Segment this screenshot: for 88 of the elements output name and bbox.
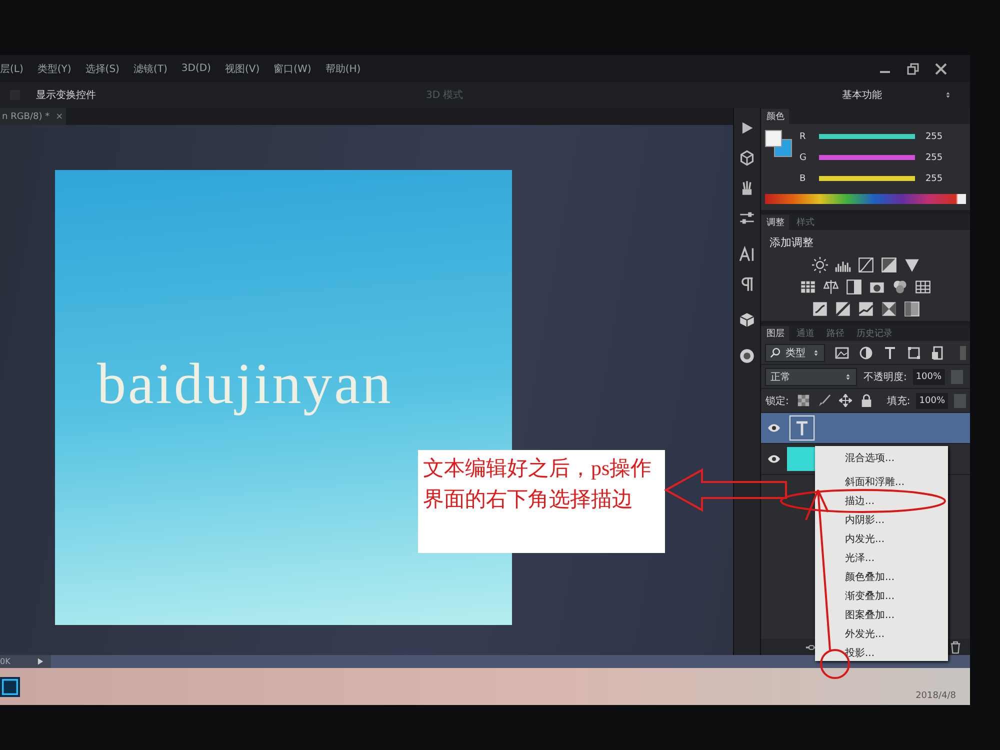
move-icon[interactable] — [838, 394, 852, 407]
search-icon — [770, 347, 782, 358]
panel-tab[interactable]: 图层 — [761, 326, 790, 341]
channel-value: 255 — [925, 152, 943, 162]
close-button[interactable]: × — [56, 112, 64, 122]
checker-icon[interactable] — [796, 394, 810, 407]
app-icon[interactable] — [0, 676, 20, 696]
menu-item[interactable]: 斜面和浮雕... — [815, 473, 948, 492]
channel-value: 255 — [925, 132, 943, 142]
smart-object-icon[interactable] — [931, 346, 946, 360]
box-icon[interactable] — [739, 312, 756, 328]
image-icon[interactable] — [835, 346, 850, 360]
menu-item[interactable]: 图案叠加... — [815, 606, 948, 625]
menu-item[interactable]: 内阴影... — [815, 511, 948, 530]
menu-item[interactable]: 光泽... — [815, 549, 948, 568]
fill-field[interactable]: 100% — [916, 392, 948, 408]
play-icon[interactable] — [36, 657, 46, 666]
sun-icon[interactable] — [812, 257, 828, 273]
menu-item[interactable]: 渐变叠加... — [815, 587, 948, 606]
layer-row[interactable] — [761, 413, 970, 444]
threshold-icon[interactable] — [858, 301, 874, 317]
trash-icon[interactable] — [949, 640, 962, 654]
date-label: 2018/4/8 — [916, 690, 956, 700]
selective-color-icon[interactable] — [880, 301, 897, 317]
menu-item[interactable]: 选择(S) — [85, 62, 120, 76]
menu-item[interactable]: 类型(Y) — [37, 62, 72, 76]
document-size: 0K — [0, 657, 10, 666]
lock-icon[interactable] — [860, 394, 873, 407]
channel-label: G — [799, 152, 808, 162]
paragraph-icon[interactable] — [739, 276, 756, 292]
annotation-note: 文本编辑好之后，ps操作界面的右下角选择描边 — [418, 450, 665, 553]
channel-label: B — [799, 174, 807, 184]
panel-tab[interactable]: 颜色 — [761, 109, 790, 124]
cube-icon[interactable] — [739, 150, 756, 166]
scale-icon[interactable] — [823, 279, 840, 295]
canvas-text: baidujinyan — [96, 350, 394, 417]
triangle-icon[interactable] — [904, 257, 920, 273]
menu-item[interactable]: 混合选项... — [815, 449, 948, 468]
filter-dropdown[interactable]: 类型 — [765, 344, 826, 362]
layer-thumbnail — [787, 447, 816, 471]
channel-label: R — [799, 132, 807, 142]
mode-label: 3D 模式 — [426, 88, 464, 102]
circles-icon[interactable] — [892, 279, 908, 295]
menu-item[interactable]: 视图(V) — [224, 62, 260, 76]
menu-item[interactable]: 外发光... — [815, 625, 948, 644]
menu-item[interactable]: 描边... — [815, 492, 948, 511]
circle-icon[interactable] — [739, 348, 756, 364]
type-thumbnail-icon — [787, 415, 818, 441]
color-spectrum[interactable] — [765, 194, 966, 204]
brush-icon[interactable] — [818, 394, 831, 407]
updown-icon — [944, 90, 952, 100]
updown-icon — [844, 372, 852, 382]
workspace-dropdown[interactable]: 基本功能 — [838, 86, 956, 104]
exposure-icon[interactable] — [880, 257, 897, 273]
updown-icon — [812, 348, 820, 358]
menu-item[interactable]: 颜色叠加... — [815, 568, 948, 587]
shape-icon[interactable] — [907, 346, 922, 360]
panel-tab[interactable]: 调整 — [761, 215, 790, 230]
menu-item[interactable]: 帮助(H) — [325, 62, 361, 76]
menu-item[interactable]: 窗口(W) — [274, 62, 312, 76]
option-label: 显示变换控件 — [36, 88, 96, 102]
document-tab[interactable]: n RGB/8) * × — [0, 108, 66, 125]
opacity-field[interactable]: 100% — [912, 368, 945, 384]
channel-value: 255 — [925, 174, 943, 184]
type-icon[interactable] — [883, 346, 898, 360]
fill-label: 填充: — [886, 394, 910, 408]
gradient-map-icon[interactable] — [904, 301, 920, 317]
half-square-icon[interactable] — [846, 279, 862, 295]
color-swatches-icon[interactable] — [765, 130, 792, 156]
lock-label: 锁定: — [765, 394, 789, 408]
filter-toggle[interactable] — [960, 346, 966, 360]
opacity-label: 不透明度: — [863, 370, 907, 384]
panel-heading: 添加调整 — [768, 235, 814, 251]
menu-item[interactable]: 3D(D) — [181, 63, 211, 74]
character-icon[interactable] — [739, 246, 756, 262]
posterize-icon[interactable] — [834, 301, 851, 317]
half-circle-icon[interactable] — [859, 346, 874, 360]
restore-icon[interactable] — [906, 62, 920, 76]
menu-item[interactable]: 滤镜(T) — [133, 62, 168, 76]
curves-icon[interactable] — [858, 257, 874, 273]
invert-icon[interactable] — [812, 301, 828, 317]
sliders-icon[interactable] — [739, 210, 756, 226]
grid-icon[interactable] — [800, 279, 816, 295]
table-icon[interactable] — [915, 279, 932, 295]
menu-item[interactable]: 内发光... — [815, 530, 948, 549]
close-icon[interactable] — [934, 62, 948, 76]
menu-item[interactable]: 层(L) — [0, 62, 24, 76]
blend-mode-dropdown[interactable]: 正常 — [765, 368, 858, 386]
